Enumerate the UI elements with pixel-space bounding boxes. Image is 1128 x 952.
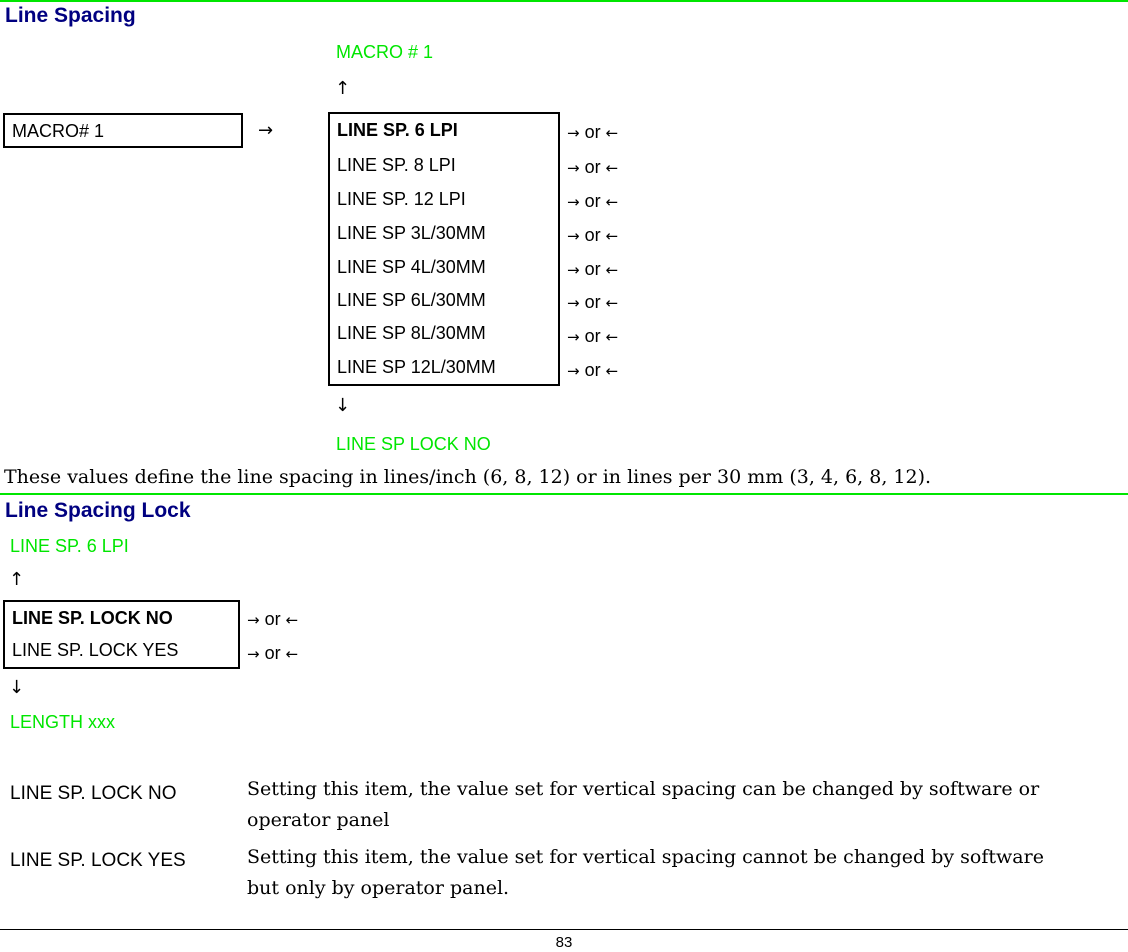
option-line-sp-4l-30mm[interactable]: LINE SP 4L/30MM <box>337 257 486 278</box>
nav-or-label: or <box>264 609 281 629</box>
nav-or-label: or <box>584 191 601 211</box>
page-number: 83 <box>555 934 573 951</box>
next-menu-item: LINE SP LOCK NO <box>336 434 491 454</box>
nav-hint: → or ← <box>567 292 618 313</box>
source-menu-label: MACRO# 1 <box>12 121 105 141</box>
right-arrow-icon: → <box>247 611 260 629</box>
option-line-sp-12-lpi[interactable]: LINE SP. 12 LPI <box>337 189 466 210</box>
left-arrow-icon: ← <box>605 227 619 245</box>
up-arrow-icon: ↑ <box>9 569 25 590</box>
definition-term: LINE SP. LOCK YES <box>10 850 186 871</box>
nav-or-label: or <box>584 292 601 312</box>
nav-or-label: or <box>584 360 601 380</box>
previous-menu-item: LINE SP. 6 LPI <box>10 536 129 556</box>
right-arrow-icon: → <box>567 261 580 279</box>
definition-term: LINE SP. LOCK NO <box>10 783 177 804</box>
nav-hint: → or ← <box>567 122 618 143</box>
option-line-sp-6l-30mm[interactable]: LINE SP 6L/30MM <box>337 290 486 311</box>
right-arrow-icon: → <box>567 193 580 211</box>
left-arrow-icon: ← <box>605 124 619 142</box>
section-heading-line-spacing: Line Spacing <box>5 4 136 27</box>
right-arrow-icon: → <box>567 159 580 177</box>
up-arrow-icon: ↑ <box>335 78 351 99</box>
option-line-sp-lock-yes[interactable]: LINE SP. LOCK YES <box>12 640 178 661</box>
left-arrow-icon: ← <box>605 261 619 279</box>
nav-or-label: or <box>264 643 281 663</box>
nav-hint: → or ← <box>567 326 618 347</box>
nav-hint: → or ← <box>567 259 618 280</box>
right-arrow-icon: → <box>567 227 580 245</box>
left-arrow-icon: ← <box>605 159 619 177</box>
left-arrow-icon: ← <box>285 611 299 629</box>
option-line-sp-8-lpi[interactable]: LINE SP. 8 LPI <box>337 155 456 176</box>
right-arrow-icon: → <box>567 294 580 312</box>
footer-divider <box>0 929 1128 930</box>
right-arrow-icon: → <box>247 645 260 663</box>
option-line-sp-lock-no[interactable]: LINE SP. LOCK NO <box>12 608 173 629</box>
down-arrow-icon: ↓ <box>9 677 25 698</box>
section-heading-line-spacing-lock: Line Spacing Lock <box>5 499 191 522</box>
option-line-sp-6-lpi[interactable]: LINE SP. 6 LPI <box>337 120 458 141</box>
left-arrow-icon: ← <box>605 328 619 346</box>
section-divider <box>0 493 1128 495</box>
down-arrow-icon: ↓ <box>335 395 351 416</box>
right-arrow-icon: → <box>567 362 580 380</box>
nav-or-label: or <box>584 225 601 245</box>
left-arrow-icon: ← <box>605 193 619 211</box>
left-arrow-icon: ← <box>605 294 619 312</box>
section-description: These values define the line spacing in … <box>4 466 932 488</box>
right-arrow-icon: → <box>567 124 580 142</box>
nav-or-label: or <box>584 259 601 279</box>
previous-menu-item: MACRO # 1 <box>336 42 434 62</box>
nav-hint: → or ← <box>247 643 298 664</box>
line-spacing-options-box: LINE SP. 6 LPI LINE SP. 8 LPI LINE SP. 1… <box>328 112 560 386</box>
nav-hint: → or ← <box>567 157 618 178</box>
option-line-sp-3l-30mm[interactable]: LINE SP 3L/30MM <box>337 223 486 244</box>
right-arrow-icon: → <box>258 120 274 141</box>
definition-text: Setting this item, the value set for ver… <box>247 846 1044 899</box>
next-menu-item: LENGTH xxx <box>10 712 116 732</box>
definition-text: Setting this item, the value set for ver… <box>247 778 1040 831</box>
section-divider <box>0 0 1128 2</box>
option-line-sp-12l-30mm[interactable]: LINE SP 12L/30MM <box>337 357 496 378</box>
nav-hint: → or ← <box>567 191 618 212</box>
source-menu-box: MACRO# 1 <box>3 113 243 148</box>
nav-or-label: or <box>584 326 601 346</box>
nav-hint: → or ← <box>567 360 618 381</box>
nav-hint: → or ← <box>567 225 618 246</box>
nav-or-label: or <box>584 157 601 177</box>
option-line-sp-8l-30mm[interactable]: LINE SP 8L/30MM <box>337 323 486 344</box>
right-arrow-icon: → <box>567 328 580 346</box>
line-spacing-lock-options-box: LINE SP. LOCK NO LINE SP. LOCK YES <box>3 600 240 669</box>
nav-hint: → or ← <box>247 609 298 630</box>
nav-or-label: or <box>584 122 601 142</box>
left-arrow-icon: ← <box>605 362 619 380</box>
left-arrow-icon: ← <box>285 645 299 663</box>
